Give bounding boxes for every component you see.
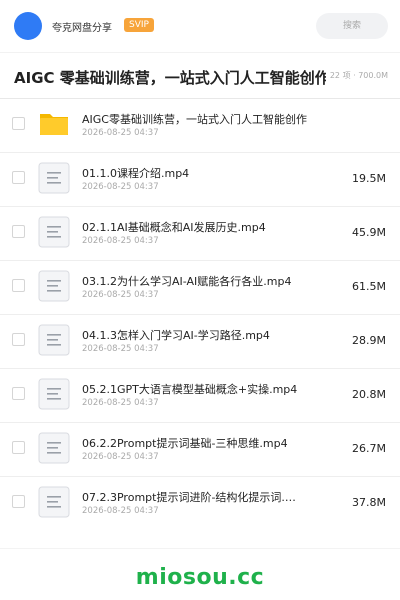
row-checkbox[interactable] bbox=[12, 441, 25, 454]
file-row[interactable]: 03.1.2为什么学习AI-AI赋能各行各业.mp4 2026-08-25 04:… bbox=[0, 260, 400, 314]
row-checkbox[interactable] bbox=[12, 333, 25, 346]
file-size: 26.7M bbox=[352, 442, 386, 455]
file-date: 2026-08-25 04:37 bbox=[82, 344, 159, 354]
file-name[interactable]: 06.2.2Prompt提示词基础-三种思维.mp4 bbox=[82, 435, 310, 451]
watermark-text: miosou.cc bbox=[135, 565, 265, 590]
file-date: 2026-08-25 04:37 bbox=[82, 236, 159, 246]
file-date: 2026-08-25 04:37 bbox=[82, 128, 159, 138]
file-date: 2026-08-25 04:37 bbox=[82, 398, 159, 408]
file-name[interactable]: AIGC零基础训练营，一站式入门人工智能创作 bbox=[82, 111, 310, 127]
share-meta: 22 项 · 700.0M bbox=[329, 71, 388, 80]
share-header: AIGC 零基础训练营，一站式入门人工智能创作 22 项 · 700.0M bbox=[0, 52, 400, 98]
quark-logo[interactable] bbox=[14, 12, 42, 40]
file-name[interactable]: 02.1.1AI基础概念和AI发展历史.mp4 bbox=[82, 219, 310, 235]
top-bar: 夸克网盘分享 SVIP 搜索 bbox=[0, 0, 400, 52]
file-row[interactable]: 02.1.1AI基础概念和AI发展历史.mp4 2026-08-25 04:37 4… bbox=[0, 206, 400, 260]
file-name[interactable]: 04.1.3怎样入门学习AI-学习路径.mp4 bbox=[82, 327, 310, 343]
file-name[interactable]: 03.1.2为什么学习AI-AI赋能各行各业.mp4 bbox=[82, 273, 310, 289]
file-date: 2026-08-25 04:37 bbox=[82, 452, 159, 462]
file-size: 37.8M bbox=[352, 496, 386, 509]
row-checkbox[interactable] bbox=[12, 225, 25, 238]
file-icon bbox=[38, 486, 70, 518]
row-checkbox[interactable] bbox=[12, 387, 25, 400]
file-name[interactable]: 01.1.0课程介绍.mp4 bbox=[82, 165, 310, 181]
search-input[interactable]: 搜索 bbox=[316, 13, 388, 39]
file-size: 28.9M bbox=[352, 334, 386, 347]
file-icon bbox=[38, 162, 70, 194]
file-size: 45.9M bbox=[352, 226, 386, 239]
file-size: 19.5M bbox=[352, 172, 386, 185]
file-row[interactable]: 07.2.3Prompt提示词进阶-结构化提示词.… 2026-08-25 04:… bbox=[0, 476, 400, 530]
svip-badge[interactable]: SVIP bbox=[124, 18, 154, 32]
row-checkbox[interactable] bbox=[12, 495, 25, 508]
page-title: AIGC 零基础训练营，一站式入门人工智能创作 bbox=[14, 69, 326, 87]
file-row[interactable]: 05.2.1GPT大语言模型基础概念+实操.mp4 2026-08-25 04:3… bbox=[0, 368, 400, 422]
file-list: AIGC零基础训练营，一站式入门人工智能创作 2026-08-25 04:37 01… bbox=[0, 98, 400, 530]
file-name[interactable]: 07.2.3Prompt提示词进阶-结构化提示词.… bbox=[82, 489, 310, 505]
file-size: 20.8M bbox=[352, 388, 386, 401]
file-date: 2026-08-25 04:37 bbox=[82, 182, 159, 192]
row-checkbox[interactable] bbox=[12, 279, 25, 292]
brand-name: 夸克网盘分享 bbox=[52, 23, 112, 34]
file-name[interactable]: 05.2.1GPT大语言模型基础概念+实操.mp4 bbox=[82, 381, 310, 397]
file-icon bbox=[38, 432, 70, 464]
file-icon bbox=[38, 270, 70, 302]
file-date: 2026-08-25 04:37 bbox=[82, 290, 159, 300]
row-checkbox[interactable] bbox=[12, 171, 25, 184]
file-icon bbox=[38, 378, 70, 410]
file-row[interactable]: 04.1.3怎样入门学习AI-学习路径.mp4 2026-08-25 04:37 2… bbox=[0, 314, 400, 368]
file-row[interactable]: AIGC零基础训练营，一站式入门人工智能创作 2026-08-25 04:37 bbox=[0, 98, 400, 152]
file-icon bbox=[38, 324, 70, 356]
file-row[interactable]: 06.2.2Prompt提示词基础-三种思维.mp4 2026-08-25 04:… bbox=[0, 422, 400, 476]
folder-icon bbox=[38, 108, 70, 140]
row-checkbox[interactable] bbox=[12, 117, 25, 130]
file-date: 2026-08-25 04:37 bbox=[82, 506, 159, 516]
footer: miosou.cc bbox=[0, 548, 400, 600]
file-icon bbox=[38, 216, 70, 248]
file-row[interactable]: 01.1.0课程介绍.mp4 2026-08-25 04:37 19.5M bbox=[0, 152, 400, 206]
file-size: 61.5M bbox=[352, 280, 386, 293]
